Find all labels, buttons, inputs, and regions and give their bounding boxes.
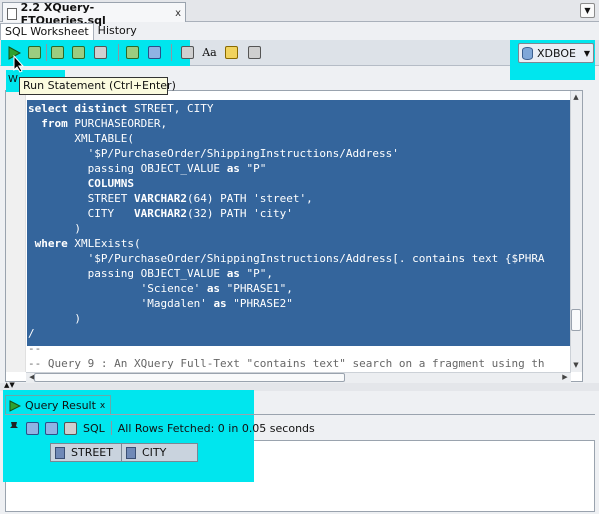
pin-icon[interactable] — [8, 421, 20, 436]
database-icon — [522, 46, 533, 60]
column-header-label: STREET — [71, 446, 113, 459]
connection-name: XDBOE — [537, 46, 576, 60]
result-tab-divider — [5, 414, 595, 415]
history-icon[interactable] — [246, 44, 263, 61]
code-line[interactable]: CITY VARCHAR2(32) PATH 'city' — [28, 206, 570, 221]
explain-plan-icon[interactable] — [92, 44, 109, 61]
code-line[interactable]: ) — [28, 311, 570, 326]
column-header-city[interactable]: CITY — [121, 443, 198, 462]
print-icon[interactable] — [26, 421, 39, 435]
commit-icon[interactable] — [49, 44, 66, 61]
code-line[interactable]: select distinct STREET, CITY — [28, 101, 570, 116]
run-statement-tooltip: Run Statement (Ctrl+Enter) — [19, 77, 176, 95]
code-line[interactable]: passing OBJECT_VALUE as "P", — [28, 266, 570, 281]
scroll-down-icon[interactable]: ▼ — [571, 360, 581, 370]
sql-code[interactable]: select distinct STREET, CITY from PURCHA… — [28, 101, 570, 376]
run-result-icon — [9, 399, 21, 412]
column-icon — [126, 446, 136, 459]
worksheet-subtabs: SQL Worksheet History — [0, 23, 599, 40]
chevron-down-icon: ▼ — [583, 48, 590, 58]
connection-selector[interactable]: XDBOE ▼ — [518, 43, 594, 63]
scroll-right-icon[interactable]: ▶ — [560, 372, 570, 382]
tab-history[interactable]: History — [94, 23, 141, 40]
tab-sql-worksheet[interactable]: SQL Worksheet — [0, 23, 94, 40]
result-tab-close-icon[interactable]: x — [100, 401, 105, 411]
tab-query-result[interactable]: Query Result x — [5, 395, 111, 415]
column-header-label: CITY — [142, 446, 167, 459]
export-icon[interactable] — [64, 421, 77, 435]
tab-list-dropdown-icon[interactable]: ▼ — [580, 3, 595, 18]
code-line[interactable]: '$P/PurchaseOrder/ShippingInstructions/A… — [28, 146, 570, 161]
editor-horizontal-scroll-thumb[interactable] — [34, 373, 345, 382]
code-line[interactable]: 'Magdalen' as "PHRASE2" — [28, 296, 570, 311]
result-tab-label: Query Result — [25, 399, 96, 412]
code-line[interactable]: passing OBJECT_VALUE as "P" — [28, 161, 570, 176]
sql-label[interactable]: SQL — [83, 422, 105, 435]
code-line[interactable]: ) — [28, 221, 570, 236]
code-line[interactable]: COLUMNS — [28, 176, 570, 191]
code-line[interactable]: STREET VARCHAR2(64) PATH 'street', — [28, 191, 570, 206]
editor-gutter — [6, 91, 26, 372]
sql-file-icon — [7, 7, 17, 20]
code-line[interactable]: -- — [28, 341, 570, 356]
result-toolbar: SQL All Rows Fetched: 0 in 0.05 seconds — [5, 419, 595, 437]
column-header-street[interactable]: STREET — [50, 443, 122, 462]
document-tab-close-icon[interactable]: x — [175, 8, 181, 19]
scroll-up-icon[interactable]: ▲ — [571, 92, 581, 102]
eraser-icon[interactable] — [223, 44, 240, 61]
rollback-icon[interactable] — [70, 44, 87, 61]
autotrace-icon[interactable] — [124, 44, 141, 61]
code-line[interactable]: / — [28, 326, 570, 341]
toolbar-separator — [171, 44, 172, 61]
editor-vertical-scroll-thumb[interactable] — [571, 309, 581, 331]
toolbar-separator — [118, 44, 119, 61]
document-tab[interactable]: 2.2 XQuery-FTQueries.sql x — [2, 1, 186, 27]
code-line[interactable]: from PURCHASEORDER, — [28, 116, 570, 131]
partial-label: W — [8, 74, 18, 85]
toolbar-separator — [110, 421, 112, 435]
code-line[interactable]: -- Query 9 : An XQuery Full-Text "contai… — [28, 356, 570, 371]
fetch-status: All Rows Fetched: 0 in 0.05 seconds — [117, 421, 315, 435]
toolbar-separator — [46, 44, 47, 61]
code-line[interactable]: where XMLExists( — [28, 236, 570, 251]
clear-icon[interactable] — [179, 44, 196, 61]
column-icon — [55, 446, 65, 459]
code-line[interactable]: XMLTABLE( — [28, 131, 570, 146]
sql-tuning-icon[interactable] — [146, 44, 163, 61]
splitter-arrows-icon[interactable]: ▲▼ — [4, 381, 15, 389]
code-line[interactable]: '$P/PurchaseOrder/ShippingInstructions/A… — [28, 251, 570, 266]
to-upper-lower-icon[interactable]: Aa — [201, 44, 218, 61]
run-script-icon[interactable] — [26, 44, 43, 61]
code-line[interactable]: 'Science' as "PHRASE1", — [28, 281, 570, 296]
refresh-icon[interactable] — [45, 421, 58, 435]
mouse-cursor-icon — [13, 55, 25, 73]
